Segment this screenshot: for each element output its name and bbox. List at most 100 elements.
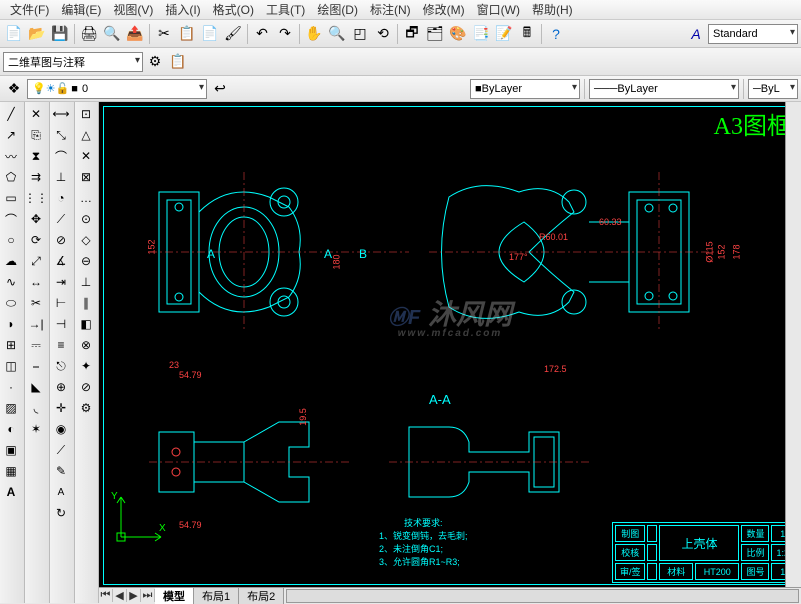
lineweight-combo[interactable]: ─ ByL [748, 79, 798, 99]
save-icon[interactable]: 💾 [49, 23, 71, 45]
calc-icon[interactable]: 🖩 [516, 23, 538, 45]
menu-modify[interactable]: 修改(M) [417, 0, 471, 20]
menu-tools[interactable]: 工具(T) [260, 0, 311, 20]
tool-palette-icon[interactable]: 🎨 [447, 23, 469, 45]
snap-cen-icon[interactable]: ⊙ [76, 209, 96, 229]
snap-tan-icon[interactable]: ⊖ [76, 251, 96, 271]
snap-qua-icon[interactable]: ◇ [76, 230, 96, 250]
snap-ins-icon[interactable]: ◧ [76, 314, 96, 334]
arc-icon[interactable]: ⌒ [1, 209, 21, 229]
hatch-icon[interactable]: ▨ [1, 398, 21, 418]
dimjog-icon[interactable]: ⟋ [51, 209, 71, 229]
centermark-icon[interactable]: ✛ [51, 398, 71, 418]
chamfer-icon[interactable]: ◣ [26, 377, 46, 397]
join-icon[interactable]: ⎯ [26, 356, 46, 376]
workspace-save-icon[interactable]: 📋 [167, 51, 189, 73]
tab-last-icon[interactable]: ⏭ [141, 589, 155, 602]
copy2-icon[interactable]: ⎘ [26, 125, 46, 145]
ellipsearc-icon[interactable]: ◗ [1, 314, 21, 334]
dimjogline-icon[interactable]: ⟋ [51, 440, 71, 460]
redo-icon[interactable]: ↷ [274, 23, 296, 45]
new-icon[interactable]: 📄 [3, 23, 25, 45]
snap-ext-icon[interactable]: … [76, 188, 96, 208]
copy-icon[interactable]: 📋 [176, 23, 198, 45]
zoom-window-icon[interactable]: ◰ [349, 23, 371, 45]
explode-icon[interactable]: ✶ [26, 419, 46, 439]
linetype-combo[interactable]: ─── ByLayer [589, 79, 739, 99]
style-combo[interactable]: Standard [708, 24, 798, 44]
zoom-prev-icon[interactable]: ⟲ [372, 23, 394, 45]
circle-icon[interactable]: ○ [1, 230, 21, 250]
pan-icon[interactable]: ✋ [303, 23, 325, 45]
menu-insert[interactable]: 插入(I) [159, 0, 206, 20]
drawing-canvas[interactable]: A3图框 152 54.79 23 A A B 180 177° R60.01 [99, 102, 801, 587]
dimbreak-icon[interactable]: ⎋ [51, 356, 71, 376]
array-icon[interactable]: ⋮⋮ [26, 188, 46, 208]
textstyle-icon[interactable]: A [685, 23, 707, 45]
break-icon[interactable]: ⎓ [26, 335, 46, 355]
insert-icon[interactable]: ⊞ [1, 335, 21, 355]
menu-dim[interactable]: 标注(N) [364, 0, 417, 20]
layer-manager-icon[interactable]: ❖ [3, 78, 25, 100]
tab-model[interactable]: 模型 [155, 588, 194, 604]
undo-icon[interactable]: ↶ [251, 23, 273, 45]
snap-per-icon[interactable]: ⊥ [76, 272, 96, 292]
move-icon[interactable]: ✥ [26, 209, 46, 229]
snap-int-icon[interactable]: ✕ [76, 146, 96, 166]
pline-icon[interactable]: 〰 [1, 146, 21, 166]
tab-next-icon[interactable]: ▶ [127, 589, 141, 602]
open-icon[interactable]: 📂 [26, 23, 48, 45]
snap-par-icon[interactable]: ∥ [76, 293, 96, 313]
mirror-icon[interactable]: ⧗ [26, 146, 46, 166]
polygon-icon[interactable]: ⬠ [1, 167, 21, 187]
menu-draw[interactable]: 绘图(D) [311, 0, 364, 20]
dimtedit-icon[interactable]: A [51, 482, 71, 502]
workspace-combo[interactable]: 二维草图与注释 [3, 52, 143, 72]
extend-icon[interactable]: →| [26, 314, 46, 334]
erase-icon[interactable]: ✕ [26, 104, 46, 124]
preview-icon[interactable]: 🔍 [101, 23, 123, 45]
snap-appint-icon[interactable]: ⊠ [76, 167, 96, 187]
stretch-icon[interactable]: ↔ [26, 272, 46, 292]
block-icon[interactable]: ◫ [1, 356, 21, 376]
tab-prev-icon[interactable]: ◀ [113, 589, 127, 602]
tab-layout1[interactable]: 布局1 [194, 588, 239, 604]
menu-view[interactable]: 视图(V) [107, 0, 159, 20]
snap-end-icon[interactable]: ⊡ [76, 104, 96, 124]
dimspace-icon[interactable]: ≡ [51, 335, 71, 355]
dimord-icon[interactable]: ⊥ [51, 167, 71, 187]
paste-icon[interactable]: 📄 [199, 23, 221, 45]
table-icon[interactable]: ▦ [1, 461, 21, 481]
snap-none-icon[interactable]: ⊘ [76, 377, 96, 397]
diminspect-icon[interactable]: ◉ [51, 419, 71, 439]
dimang-icon[interactable]: ∡ [51, 251, 71, 271]
rect-icon[interactable]: ▭ [1, 188, 21, 208]
dimedit-icon[interactable]: ✎ [51, 461, 71, 481]
horizontal-scrollbar[interactable] [286, 589, 799, 603]
dimarc-icon[interactable]: ⌒ [51, 146, 71, 166]
mtext-icon[interactable]: A [1, 482, 21, 502]
tolerance-icon[interactable]: ⊕ [51, 377, 71, 397]
spline-icon[interactable]: ∿ [1, 272, 21, 292]
color-combo[interactable]: ■ ByLayer [470, 79, 580, 99]
menu-help[interactable]: 帮助(H) [526, 0, 579, 20]
revcloud-icon[interactable]: ☁ [1, 251, 21, 271]
markup-icon[interactable]: 📝 [493, 23, 515, 45]
tab-first-icon[interactable]: ⏮ [99, 589, 113, 602]
menu-file[interactable]: 文件(F) [4, 0, 55, 20]
workspace-settings-icon[interactable]: ⚙ [144, 51, 166, 73]
properties-icon[interactable]: 🗗 [401, 23, 423, 45]
gradient-icon[interactable]: ◐ [1, 419, 21, 439]
match-icon[interactable]: 🖌 [222, 23, 244, 45]
layer-combo[interactable]: 💡☀🔓■ 0 [27, 79, 207, 99]
rotate-icon[interactable]: ⟳ [26, 230, 46, 250]
offset-icon[interactable]: ⇉ [26, 167, 46, 187]
dimlinear-icon[interactable]: ⟷ [51, 104, 71, 124]
menu-edit[interactable]: 编辑(E) [55, 0, 107, 20]
region-icon[interactable]: ▣ [1, 440, 21, 460]
dimbase-icon[interactable]: ⊢ [51, 293, 71, 313]
menu-window[interactable]: 窗口(W) [471, 0, 526, 20]
line-icon[interactable]: ╱ [1, 104, 21, 124]
help-icon[interactable]: ? [545, 23, 567, 45]
trim-icon[interactable]: ✂ [26, 293, 46, 313]
